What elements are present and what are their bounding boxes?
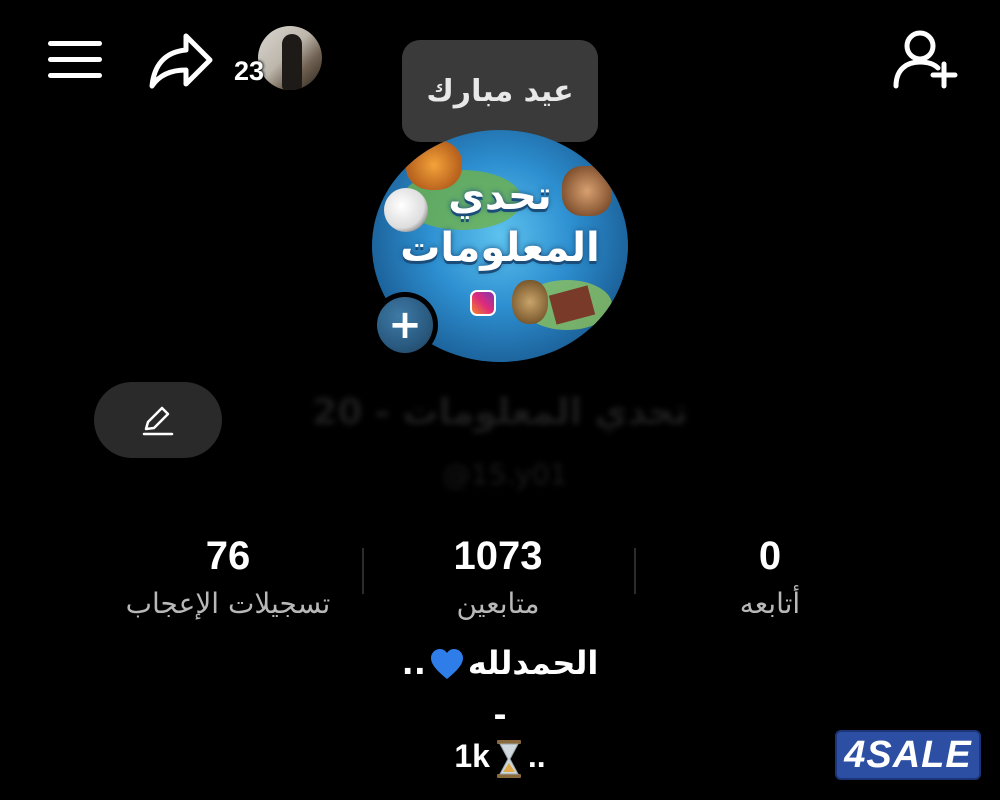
edit-profile-button[interactable] (94, 382, 222, 458)
followers-label: متابعين (456, 587, 540, 620)
profile-viewers[interactable]: 23 (234, 26, 324, 92)
pencil-icon (142, 406, 174, 436)
stat-following[interactable]: 0 أتابعه (630, 532, 910, 624)
bio-suffix: .. (401, 644, 426, 682)
likes-count: 76 (205, 534, 251, 578)
watermark-logo: 4SALE (835, 730, 981, 780)
add-user-icon[interactable] (892, 28, 960, 92)
share-icon[interactable] (148, 30, 214, 90)
note-bubble[interactable]: عيد مبارك (402, 40, 598, 142)
display-name[interactable]: تحدي المعلومات - 20 (250, 392, 750, 446)
following-label: أتابعه (739, 587, 801, 620)
instagram-icon (470, 290, 496, 316)
hourglass-icon (496, 739, 521, 778)
stat-likes[interactable]: 76 تسجيلات الإعجاب (88, 532, 368, 624)
note-text: عيد مبارك (426, 73, 574, 109)
following-count: 0 (758, 534, 782, 578)
username: @15.y01 (442, 458, 568, 491)
stat-followers[interactable]: 1073 متابعين (358, 532, 638, 624)
plus-icon: + (377, 297, 433, 353)
blue-heart-icon (430, 649, 463, 679)
bio-line-2: - (493, 696, 507, 734)
viewer-avatar (258, 26, 322, 90)
followers-count: 1073 (453, 534, 543, 578)
bio-line-3: 1k .. (200, 738, 800, 779)
mask-image (512, 280, 548, 324)
avatar-logo-text: تحدي المعلومات (400, 173, 600, 271)
bio-count: 1k (454, 738, 490, 774)
menu-icon[interactable] (48, 40, 102, 80)
add-story-button[interactable]: + (372, 292, 438, 358)
bio-text: الحمدلله (467, 644, 599, 682)
likes-label: تسجيلات الإعجاب (125, 587, 331, 620)
viewer-count: 23 (234, 56, 265, 86)
bio-line-1: .. الحمدلله (200, 644, 800, 682)
bio-dots: .. (527, 738, 546, 774)
